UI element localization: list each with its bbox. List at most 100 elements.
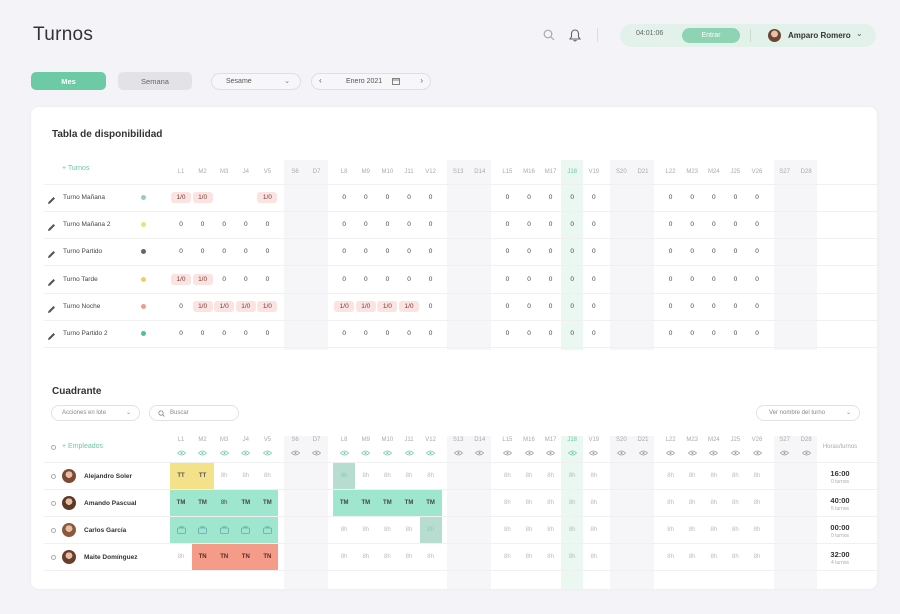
search-icon[interactable] <box>541 27 557 43</box>
availability-cell[interactable]: 0 <box>661 246 681 257</box>
visibility-icon[interactable] <box>377 450 397 456</box>
availability-cell[interactable]: 0 <box>541 301 561 312</box>
shift-cell[interactable]: 8h <box>540 490 562 516</box>
availability-cell[interactable]: 0 <box>399 328 419 339</box>
availability-cell[interactable]: 0 <box>497 219 517 230</box>
view-week-button[interactable]: Semana <box>118 72 192 90</box>
clock-in-button[interactable]: Entrar <box>682 28 740 43</box>
availability-cell[interactable]: 0 <box>377 246 397 257</box>
availability-cell[interactable]: 0 <box>682 246 702 257</box>
availability-cell[interactable]: 0 <box>541 246 561 257</box>
availability-cell[interactable]: 0 <box>236 246 256 257</box>
availability-cell[interactable]: 1/0 <box>334 300 355 312</box>
availability-cell[interactable]: 0 <box>171 219 191 230</box>
availability-cell[interactable]: 0 <box>193 219 213 230</box>
availability-cell[interactable]: 0 <box>541 274 561 285</box>
availability-cell[interactable]: 0 <box>193 328 213 339</box>
availability-cell[interactable]: 1/0 <box>192 273 213 285</box>
availability-cell[interactable]: 0 <box>584 328 604 339</box>
view-shift-name-select[interactable]: Ver nombre del turno ⌄ <box>756 405 860 421</box>
chevron-right-icon[interactable]: › <box>420 76 423 85</box>
availability-cell[interactable]: 0 <box>584 301 604 312</box>
availability-cell[interactable]: 0 <box>334 219 354 230</box>
shift-cell[interactable]: 8h <box>333 517 355 543</box>
bulk-actions-select[interactable]: Acciones en lote ⌄ <box>51 405 140 421</box>
availability-cell[interactable]: 0 <box>257 246 277 257</box>
availability-cell[interactable]: 0 <box>497 301 517 312</box>
availability-cell[interactable]: 0 <box>704 274 724 285</box>
availability-cell[interactable]: 1/0 <box>192 300 213 312</box>
shift-cell[interactable]: TN <box>234 544 257 570</box>
shift-cell[interactable] <box>234 517 257 543</box>
availability-cell[interactable]: 0 <box>171 301 191 312</box>
availability-cell[interactable]: 0 <box>584 274 604 285</box>
chevron-down-icon[interactable]: ⌄ <box>856 29 863 38</box>
availability-cell[interactable]: 0 <box>356 192 376 203</box>
shift-cell[interactable]: TM <box>256 490 279 516</box>
availability-cell[interactable]: 1/0 <box>171 192 191 203</box>
availability-cell[interactable]: 0 <box>399 274 419 285</box>
shift-cell[interactable]: TM <box>191 490 214 516</box>
availability-cell[interactable]: 0 <box>519 219 539 230</box>
availability-cell[interactable]: 0 <box>236 328 256 339</box>
availability-cell[interactable]: 0 <box>356 219 376 230</box>
availability-cell[interactable]: 1/0 <box>399 300 419 312</box>
visibility-icon[interactable] <box>171 450 191 456</box>
add-shift-link[interactable]: + Turnos <box>62 165 89 172</box>
shift-cell[interactable]: 8h <box>398 544 420 570</box>
availability-cell[interactable]: 0 <box>584 246 604 257</box>
shift-cell[interactable]: TM <box>398 490 420 516</box>
availability-cell[interactable]: 0 <box>497 192 517 203</box>
shift-cell[interactable]: 8h <box>746 463 768 489</box>
availability-cell[interactable]: 0 <box>334 192 354 203</box>
shift-cell[interactable]: 8h <box>660 544 682 570</box>
shift-cell[interactable]: 8h <box>333 544 355 570</box>
shift-cell[interactable]: 8h <box>703 517 725 543</box>
visibility-icon[interactable] <box>356 450 376 456</box>
availability-cell[interactable]: 0 <box>541 192 561 203</box>
shift-cell[interactable]: TN <box>213 544 236 570</box>
pencil-icon[interactable] <box>47 192 56 204</box>
availability-cell[interactable]: 0 <box>704 246 724 257</box>
availability-cell[interactable]: 0 <box>214 328 234 339</box>
availability-cell[interactable]: 0 <box>519 328 539 339</box>
pencil-icon[interactable] <box>47 246 56 259</box>
shift-cell[interactable] <box>213 517 236 543</box>
availability-cell[interactable]: 0 <box>171 246 191 257</box>
user-name[interactable]: Amparo Romero <box>788 31 851 40</box>
availability-cell[interactable]: 0 <box>519 246 539 257</box>
availability-cell[interactable]: 0 <box>704 192 724 203</box>
availability-cell[interactable]: 0 <box>519 192 539 203</box>
shift-cell[interactable]: 8h <box>376 463 398 489</box>
shift-cell[interactable]: 8h <box>746 517 768 543</box>
employee-radio[interactable] <box>51 528 56 533</box>
shift-cell[interactable]: 8h <box>660 490 682 516</box>
visibility-icon[interactable] <box>633 450 653 456</box>
visibility-icon[interactable] <box>775 450 795 456</box>
visibility-icon[interactable] <box>470 450 490 456</box>
availability-cell[interactable]: 1/0 <box>377 300 398 312</box>
availability-cell[interactable]: 1/0 <box>355 300 376 312</box>
availability-cell[interactable]: 0 <box>214 274 234 285</box>
visibility-icon[interactable] <box>334 450 354 456</box>
availability-cell[interactable]: 0 <box>421 274 441 285</box>
employee-radio[interactable] <box>51 501 56 506</box>
visibility-icon[interactable] <box>257 450 277 456</box>
availability-cell[interactable]: 0 <box>257 274 277 285</box>
shift-cell[interactable] <box>191 517 214 543</box>
shift-cell[interactable]: 8h <box>746 544 768 570</box>
availability-cell[interactable]: 0 <box>334 246 354 257</box>
shift-cell[interactable]: 8h <box>724 517 746 543</box>
availability-cell[interactable]: 0 <box>725 192 745 203</box>
shift-cell[interactable]: 8h <box>518 490 540 516</box>
shift-cell[interactable]: 8h <box>496 463 518 489</box>
shift-cell[interactable]: 8h <box>583 544 605 570</box>
availability-cell[interactable]: 0 <box>519 274 539 285</box>
availability-cell[interactable]: 0 <box>747 246 767 257</box>
availability-cell[interactable]: 0 <box>356 328 376 339</box>
availability-cell[interactable]: 0 <box>725 328 745 339</box>
shift-cell[interactable]: TM <box>333 490 356 516</box>
availability-cell[interactable]: 0 <box>497 246 517 257</box>
availability-cell[interactable]: 0 <box>377 219 397 230</box>
shift-cell[interactable]: TM <box>376 490 399 516</box>
